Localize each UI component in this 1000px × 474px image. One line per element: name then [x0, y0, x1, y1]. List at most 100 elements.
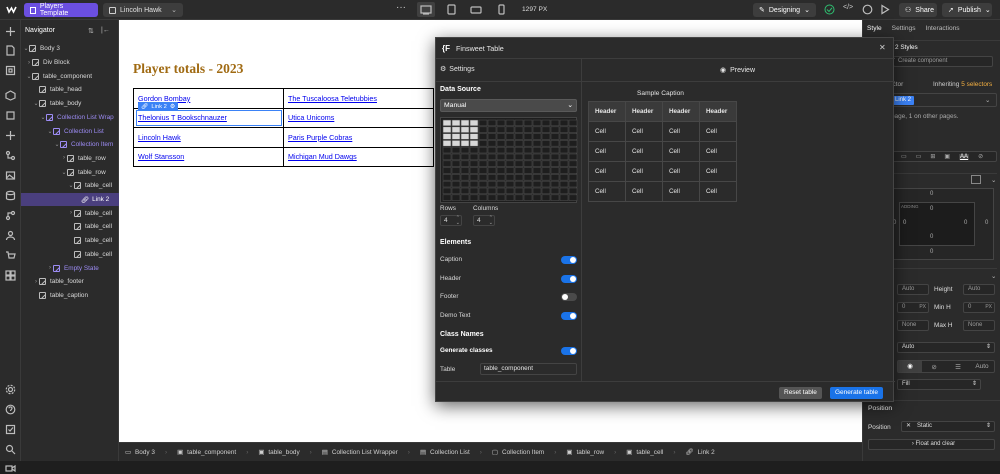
max-width-field[interactable]: None — [897, 320, 929, 331]
margin-top-value[interactable]: 0 — [930, 191, 933, 197]
grid-cell[interactable] — [523, 180, 533, 188]
grid-cell[interactable] — [550, 160, 560, 167]
grid-cell[interactable] — [505, 167, 515, 174]
margin-bottom-value[interactable]: 0 — [930, 249, 933, 255]
grid-cell[interactable] — [487, 194, 497, 201]
grid-cell[interactable] — [496, 119, 506, 127]
add-panel-icon[interactable] — [5, 26, 16, 37]
tree-item[interactable]: ⌄ Body 3 — [21, 42, 119, 56]
tab-settings[interactable]: Settings — [892, 25, 916, 32]
grid-cell[interactable] — [478, 146, 488, 154]
grid-cell[interactable] — [541, 126, 551, 133]
grid-cell[interactable] — [523, 174, 533, 181]
grid-cell[interactable] — [532, 153, 542, 161]
grid-cell[interactable] — [550, 194, 560, 201]
grid-cell[interactable] — [532, 140, 542, 147]
grid-cell[interactable] — [559, 187, 569, 195]
grid-cell[interactable] — [505, 160, 515, 167]
data-source-select[interactable]: Manual ⌄ — [440, 99, 577, 112]
grid-cell[interactable] — [541, 153, 551, 161]
logic-icon[interactable] — [5, 210, 16, 221]
breadcrumb-item[interactable]: ▭ Body 3 — [125, 448, 155, 457]
grid-cell[interactable] — [478, 160, 488, 167]
grid-cell[interactable] — [550, 140, 560, 147]
grid-cell[interactable] — [469, 160, 479, 167]
code-icon[interactable]: </> — [843, 4, 853, 11]
generate-table-button[interactable]: Generate table — [830, 387, 884, 399]
tree-item[interactable]: table_head — [21, 83, 119, 97]
eye-icon[interactable]: ◉ — [898, 361, 922, 372]
text-aa-icon[interactable]: AA — [959, 153, 970, 160]
inheriting-info[interactable]: Inheriting 5 selectors — [933, 81, 992, 88]
grid-cell[interactable] — [496, 153, 506, 161]
assets-icon[interactable] — [5, 170, 16, 181]
grid-cell[interactable] — [478, 133, 488, 140]
position-section-title[interactable]: Position — [868, 405, 892, 412]
grid-cell[interactable] — [505, 180, 515, 188]
grid-cell[interactable] — [559, 174, 569, 181]
grid-cell[interactable] — [532, 133, 542, 140]
grid-cell[interactable] — [541, 194, 551, 201]
grid-cell[interactable] — [487, 126, 497, 133]
grid-cell[interactable] — [460, 187, 470, 195]
height-field[interactable]: Auto — [963, 284, 995, 295]
grid-cell[interactable] — [505, 146, 515, 154]
hide-icon[interactable]: ⊘ — [978, 153, 983, 160]
grid-cell[interactable] — [523, 187, 533, 195]
breadcrumb-item[interactable]: ▣ table_body — [258, 448, 299, 457]
grid-cell[interactable] — [550, 119, 560, 127]
tree-item[interactable]: ⌄ Collection List — [21, 124, 119, 138]
video-icon[interactable] — [5, 463, 16, 474]
mode-selector[interactable]: ✎ Designing ⌄ — [753, 3, 816, 17]
grid-cell[interactable] — [568, 153, 578, 161]
grid-cell[interactable] — [568, 194, 578, 201]
grid-cell[interactable] — [514, 119, 524, 127]
tree-item[interactable]: ⌄ table_row — [21, 165, 119, 179]
grid-cell[interactable] — [541, 174, 551, 181]
stepper-icon[interactable]: ⌃ ⌄ — [456, 216, 460, 226]
breadcrumb-item[interactable]: ▣ table_component — [177, 448, 236, 457]
grid-cell[interactable] — [487, 160, 497, 167]
grid-cell[interactable] — [559, 194, 569, 201]
position-select[interactable]: ✕ Static ⇕ — [901, 421, 995, 432]
grid-cell[interactable] — [451, 153, 461, 161]
tree-item[interactable]: ⌄ table_component — [21, 69, 119, 83]
settings-tab[interactable]: ⚙ Settings — [440, 65, 475, 74]
generate-classes-toggle[interactable] — [561, 347, 577, 355]
selector-chip[interactable]: Link 2 — [892, 96, 915, 105]
apps-icon[interactable] — [5, 270, 16, 281]
player-link[interactable]: Lincoln Hawk — [133, 127, 284, 148]
table-size-grid[interactable] — [440, 117, 578, 203]
grid-cell[interactable] — [550, 126, 560, 133]
grid-cell[interactable] — [451, 174, 461, 181]
grid-cell-selected[interactable] — [451, 133, 461, 140]
close-panel-icon[interactable]: |← — [101, 27, 110, 34]
padding-top-value[interactable]: 0 — [930, 206, 933, 212]
tree-item[interactable]: ⌄ Collection List Wrap — [21, 111, 119, 125]
stepper-icon[interactable]: ⌃ ⌄ — [489, 216, 493, 226]
users-icon[interactable] — [5, 230, 16, 241]
grid-cell[interactable] — [514, 167, 524, 174]
grid-cell[interactable] — [469, 167, 479, 174]
mobile-landscape-icon[interactable] — [470, 5, 482, 15]
grid-cell[interactable] — [568, 146, 578, 154]
chevron-down-icon[interactable]: ⌄ — [991, 176, 996, 184]
grid-cell-selected[interactable] — [469, 140, 479, 147]
grid-cell[interactable] — [523, 153, 533, 161]
close-icon[interactable]: ✕ — [879, 43, 886, 52]
caption-toggle[interactable] — [561, 256, 577, 264]
grid-cell[interactable] — [478, 153, 488, 161]
grid-cell[interactable] — [550, 167, 560, 174]
cms-icon[interactable] — [5, 190, 16, 201]
grid-cell[interactable] — [442, 174, 452, 181]
more-options-icon[interactable]: ··· — [396, 3, 406, 13]
grid-cell[interactable] — [514, 194, 524, 201]
grid-cell[interactable] — [568, 174, 578, 181]
grid-cell[interactable] — [487, 167, 497, 174]
grid-cell[interactable] — [442, 167, 452, 174]
grid-cell[interactable] — [460, 160, 470, 167]
grid-cell[interactable] — [478, 167, 488, 174]
min-height-field[interactable]: 0 PX — [963, 302, 995, 313]
grid-cell[interactable] — [514, 146, 524, 154]
inline-icon[interactable]: ▣ — [944, 153, 950, 160]
